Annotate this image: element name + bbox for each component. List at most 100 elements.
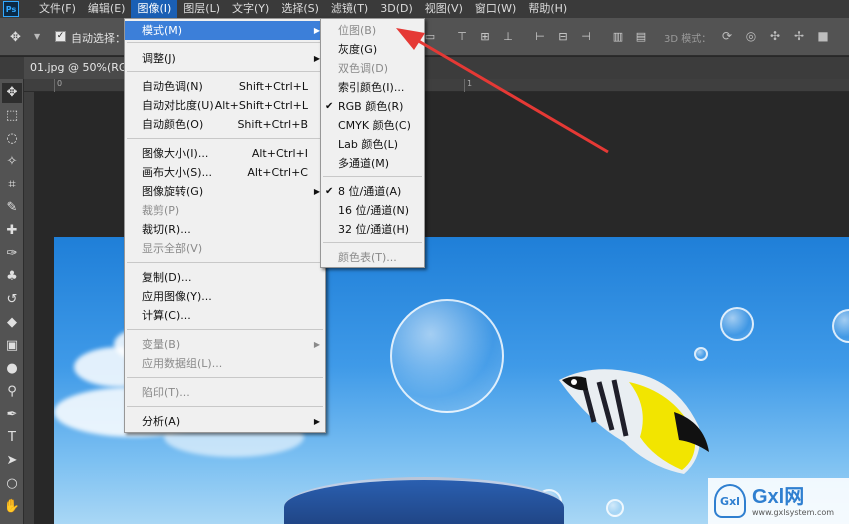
menu-item-auto-tone[interactable]: 自动色调(N) Shift+Ctrl+L xyxy=(125,77,325,96)
dodge-tool-icon[interactable]: ⚲ xyxy=(2,382,22,402)
align-bottom-icon[interactable]: ⊥ xyxy=(498,30,518,44)
history-brush-icon[interactable]: ↺ xyxy=(2,290,22,310)
menu-item-image-size[interactable]: 图像大小(I)... Alt+Ctrl+I xyxy=(125,144,325,163)
3d-pan-icon[interactable]: ✣ xyxy=(766,29,784,43)
align-left-icon[interactable]: ⊢ xyxy=(530,30,550,44)
menu-item-label: 双色调(D) xyxy=(338,62,389,75)
brush-tool-icon[interactable]: ✑ xyxy=(2,244,22,264)
3d-roll-icon[interactable]: ◎ xyxy=(742,29,760,43)
3d-rotate-icon[interactable]: ⟳ xyxy=(718,29,736,43)
3d-slide-icon[interactable]: ✢ xyxy=(790,29,808,43)
menu-item-auto-contrast[interactable]: 自动对比度(U) Alt+Shift+Ctrl+L xyxy=(125,96,325,115)
watermark-url: www.gxlsystem.com xyxy=(752,507,835,517)
magic-wand-icon[interactable]: ✧ xyxy=(2,152,22,172)
large-bubble xyxy=(390,299,504,413)
menu-type[interactable]: 文字(Y) xyxy=(226,0,275,18)
stamp-tool-icon[interactable]: ♣ xyxy=(2,267,22,287)
gradient-tool-icon[interactable]: ▣ xyxy=(2,336,22,356)
bubble xyxy=(720,307,754,341)
menu-item-label: 画布大小(S)... xyxy=(142,166,213,179)
align-top-icon[interactable]: ⊤ xyxy=(452,30,472,44)
menu-edit[interactable]: 编辑(E) xyxy=(82,0,132,18)
crop-tool-icon[interactable]: ⌗ xyxy=(2,175,22,195)
ruler-tick: 0 xyxy=(54,79,62,92)
distribute-h-icon[interactable]: ▤ xyxy=(631,30,651,44)
menu-item-label: 索引颜色(I)... xyxy=(338,81,405,94)
3d-scale-icon[interactable]: ■ xyxy=(814,29,832,43)
mode-item-grayscale[interactable]: 灰度(G) xyxy=(321,40,424,59)
menu-item-duplicate[interactable]: 复制(D)... xyxy=(125,268,325,287)
menu-item-trim[interactable]: 裁切(R)... xyxy=(125,220,325,239)
menu-item-variables: 变量(B) ▶ xyxy=(125,335,325,354)
menu-item-analysis[interactable]: 分析(A) ▶ xyxy=(125,412,325,431)
marquee-tool-icon[interactable]: ⬚ xyxy=(2,106,22,126)
menu-window[interactable]: 窗口(W) xyxy=(469,0,522,18)
menu-item-mode[interactable]: 模式(M) ▶ xyxy=(125,21,325,40)
menu-image[interactable]: 图像(I) xyxy=(131,0,178,18)
distribute-icon[interactable]: ▥ xyxy=(608,30,628,44)
ruler-tick: 1 xyxy=(464,79,472,92)
menu-item-label: 灰度(G) xyxy=(338,43,378,56)
menu-help[interactable]: 帮助(H) xyxy=(522,0,573,18)
menu-item-label: 16 位/通道(N) xyxy=(338,204,410,217)
eraser-icon[interactable]: ◆ xyxy=(2,313,22,333)
menu-file[interactable]: 文件(F) xyxy=(33,0,82,18)
menu-item-label: 位图(B) xyxy=(338,24,377,37)
menu-item-label: 自动颜色(O) xyxy=(142,118,204,131)
eyedropper-icon[interactable]: ✎ xyxy=(2,198,22,218)
menu-item-apply-data-set: 应用数据组(L)... xyxy=(125,354,325,373)
mode-item-8-bit[interactable]: ✔ 8 位/通道(A) xyxy=(321,182,424,201)
tools-panel: ✥ ⬚ ◌ ✧ ⌗ ✎ ✚ ✑ ♣ ↺ ◆ ▣ ● ⚲ ✒ T ➤ ○ ✋ xyxy=(0,79,24,524)
mode-item-rgb-color[interactable]: ✔ RGB 颜色(R) xyxy=(321,97,424,116)
chevron-down-icon[interactable]: ▼ xyxy=(34,32,40,41)
align-hcenter-icon[interactable]: ⊟ xyxy=(553,30,573,44)
ellipse-tool-icon[interactable]: ○ xyxy=(2,474,22,494)
menu-item-image-rotation[interactable]: 图像旋转(G) ▶ xyxy=(125,182,325,201)
mode-item-cmyk-color[interactable]: CMYK 颜色(C) xyxy=(321,116,424,135)
menu-item-label: 颜色表(T)... xyxy=(338,251,397,264)
menu-bar: Ps 文件(F) 编辑(E) 图像(I) 图层(L) 文字(Y) 选择(S) 滤… xyxy=(0,0,849,18)
move-tool-icon[interactable]: ✥ xyxy=(2,83,22,103)
blur-tool-icon[interactable]: ● xyxy=(2,359,22,379)
mode-item-indexed-color[interactable]: 索引颜色(I)... xyxy=(321,78,424,97)
move-tool-icon[interactable]: ✥ xyxy=(10,30,21,45)
mode-item-32-bit[interactable]: 32 位/通道(H) xyxy=(321,220,424,239)
menu-item-label: 32 位/通道(H) xyxy=(338,223,410,236)
menu-item-label: 调整(J) xyxy=(142,52,176,65)
menu-item-canvas-size[interactable]: 画布大小(S)... Alt+Ctrl+C xyxy=(125,163,325,182)
mode-item-duotone: 双色调(D) xyxy=(321,59,424,78)
photoshop-logo-icon: Ps xyxy=(3,1,19,17)
align-right-icon[interactable]: ⊣ xyxy=(576,30,596,44)
hand-tool-icon[interactable]: ✋ xyxy=(2,497,22,517)
menu-item-auto-color[interactable]: 自动颜色(O) Shift+Ctrl+B xyxy=(125,115,325,134)
type-tool-icon[interactable]: T xyxy=(2,428,22,448)
menu-view[interactable]: 视图(V) xyxy=(419,0,469,18)
lasso-tool-icon[interactable]: ◌ xyxy=(2,129,22,149)
menu-item-label: 模式(M) xyxy=(142,24,183,37)
menu-layer[interactable]: 图层(L) xyxy=(177,0,226,18)
menu-item-label: 自动对比度(U) xyxy=(142,99,214,112)
3d-mode-label: 3D 模式： xyxy=(664,34,712,45)
menu-3d[interactable]: 3D(D) xyxy=(374,0,419,18)
auto-select-checkbox[interactable]: ✓ xyxy=(55,31,66,42)
menu-item-label: Lab 颜色(L) xyxy=(338,138,399,151)
menu-filter[interactable]: 滤镜(T) xyxy=(325,0,374,18)
pen-tool-icon[interactable]: ✒ xyxy=(2,405,22,425)
mode-item-16-bit[interactable]: 16 位/通道(N) xyxy=(321,201,424,220)
align-vcenter-icon[interactable]: ⊞ xyxy=(475,30,495,44)
mode-item-bitmap: 位图(B) xyxy=(321,21,424,40)
mode-item-lab-color[interactable]: Lab 颜色(L) xyxy=(321,135,424,154)
image-menu-dropdown: 模式(M) ▶ 调整(J) ▶ 自动色调(N) Shift+Ctrl+L 自动对比度(… xyxy=(124,18,326,433)
mode-item-color-table: 颜色表(T)... xyxy=(321,248,424,267)
healing-brush-icon[interactable]: ✚ xyxy=(2,221,22,241)
menu-item-apply-image[interactable]: 应用图像(Y)... xyxy=(125,287,325,306)
submenu-arrow-icon: ▶ xyxy=(313,340,320,349)
butterflyfish-image xyxy=(559,369,709,474)
menu-select[interactable]: 选择(S) xyxy=(275,0,325,18)
menu-item-calculations[interactable]: 计算(C)... xyxy=(125,306,325,325)
3d-mode-icons: ⟳ ◎ ✣ ✢ ■ xyxy=(718,29,832,43)
menu-item-label: 陷印(T)... xyxy=(142,386,190,399)
path-select-icon[interactable]: ➤ xyxy=(2,451,22,471)
mode-item-multichannel[interactable]: 多通道(M) xyxy=(321,154,424,173)
menu-item-adjust[interactable]: 调整(J) ▶ xyxy=(125,49,325,68)
